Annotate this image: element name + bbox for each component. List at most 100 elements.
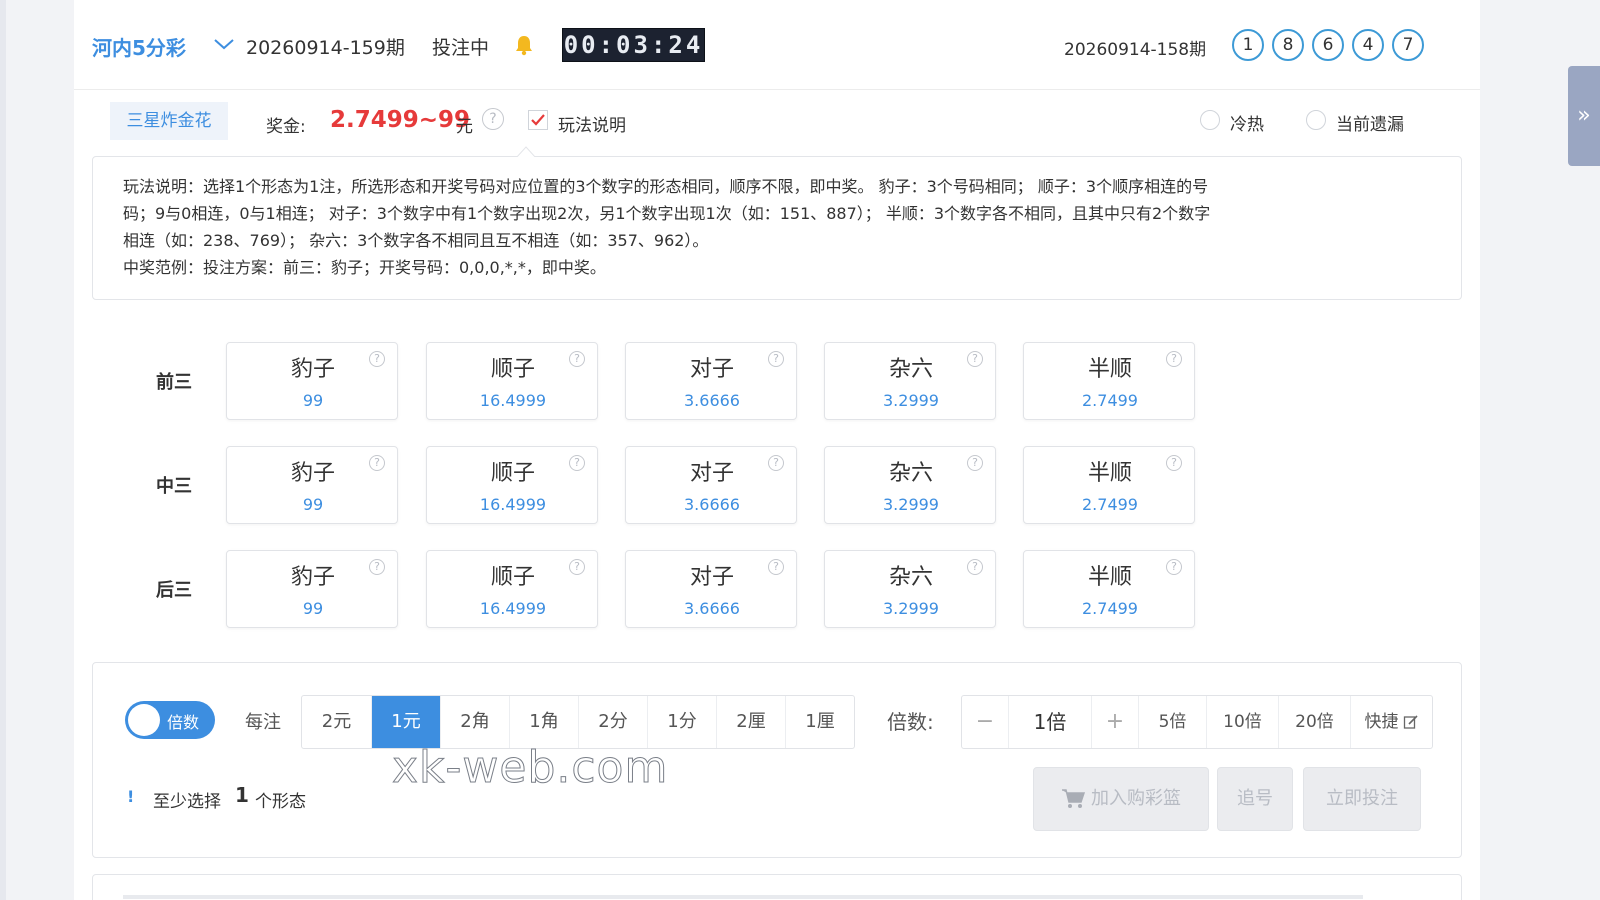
rules-checkbox-label[interactable]: 玩法说明 xyxy=(558,111,626,136)
header: 河内5分彩 20260914-159期 投注中 00:03:24 2026091… xyxy=(74,0,1480,90)
hot-cold-radio[interactable] xyxy=(1200,110,1220,130)
pattern-cell[interactable]: 对子 3.6666? xyxy=(625,550,797,628)
pattern-cell[interactable]: 顺子 16.4999? xyxy=(426,550,598,628)
lottery-name[interactable]: 河内5分彩 xyxy=(92,32,186,61)
multiplier-toggle[interactable]: 倍数 xyxy=(125,701,215,739)
add-to-cart-label: 加入购彩篮 xyxy=(1091,788,1181,809)
pattern-cell[interactable]: 半顺 2.7499? xyxy=(1023,342,1195,420)
row-label-middle-three: 中三 xyxy=(156,476,192,497)
unit-option[interactable]: 2角 xyxy=(440,696,509,748)
help-icon[interactable]: ? xyxy=(569,455,585,471)
help-icon[interactable]: ? xyxy=(369,455,385,471)
pattern-cell[interactable]: 半顺 2.7499? xyxy=(1023,446,1195,524)
info-icon: ! xyxy=(127,787,135,806)
warning-prefix: 至少选择 xyxy=(153,792,221,812)
fast-button[interactable]: 快捷 xyxy=(1350,696,1432,748)
help-icon[interactable]: ? xyxy=(1166,559,1182,575)
betting-status: 投注中 xyxy=(432,37,490,59)
pattern-cell[interactable]: 顺子 16.4999? xyxy=(426,342,598,420)
pattern-cell[interactable]: 杂六 3.2999? xyxy=(824,446,996,524)
pattern-cell[interactable]: 半顺 2.7499? xyxy=(1023,550,1195,628)
help-icon[interactable]: ? xyxy=(768,351,784,367)
pattern-odds: 99 xyxy=(302,391,324,410)
unit-option[interactable]: 1厘 xyxy=(785,696,854,748)
multiplier-input[interactable]: 1倍 xyxy=(1008,696,1092,748)
help-icon[interactable]: ? xyxy=(569,559,585,575)
draw-result-balls: 1 8 6 4 7 xyxy=(1232,29,1424,61)
add-to-cart-button[interactable]: 加入购彩篮 xyxy=(1033,767,1209,831)
help-icon[interactable]: ? xyxy=(369,559,385,575)
rules-checkbox[interactable] xyxy=(528,110,548,130)
missing-label[interactable]: 当前遗漏 xyxy=(1336,110,1404,135)
pattern-odds: 16.4999 xyxy=(479,495,547,514)
help-icon[interactable]: ? xyxy=(482,108,504,130)
pattern-cell[interactable]: 对子 3.6666? xyxy=(625,342,797,420)
unit-option[interactable]: 2厘 xyxy=(716,696,785,748)
warning-count: 1 xyxy=(235,783,249,807)
bet-now-button[interactable]: 立即投注 xyxy=(1303,767,1421,831)
help-icon[interactable]: ? xyxy=(569,351,585,367)
pattern-cell[interactable]: 豹子 99? xyxy=(226,446,398,524)
unit-option[interactable]: 2分 xyxy=(578,696,647,748)
help-icon[interactable]: ? xyxy=(967,559,983,575)
unit-selector: 2元 1元 2角 1角 2分 1分 2厘 1厘 xyxy=(301,695,855,749)
pattern-odds: 16.4999 xyxy=(479,599,547,618)
pattern-cell[interactable]: 对子 3.6666? xyxy=(625,446,797,524)
pattern-cell[interactable]: 豹子 99? xyxy=(226,342,398,420)
hot-cold-label[interactable]: 冷热 xyxy=(1230,110,1264,135)
bell-icon[interactable] xyxy=(514,34,534,56)
tab-three-star-golden-flower[interactable]: 三星炸金花 xyxy=(110,102,228,140)
bonus-unit: 元 xyxy=(456,117,473,137)
increase-button[interactable]: + xyxy=(1092,696,1138,748)
help-icon[interactable]: ? xyxy=(967,455,983,471)
unit-option-active[interactable]: 1元 xyxy=(371,696,440,748)
pattern-odds: 3.6666 xyxy=(684,391,740,410)
pattern-odds: 3.2999 xyxy=(883,599,939,618)
help-icon[interactable]: ? xyxy=(1166,455,1182,471)
fast-label: 快捷 xyxy=(1364,712,1399,732)
quick-multiplier-20[interactable]: 20倍 xyxy=(1278,696,1350,748)
bet-panel: 倍数 每注 2元 1元 2角 1角 2分 1分 2厘 1厘 倍数: − 1倍 +… xyxy=(92,662,1462,858)
quick-multiplier-10[interactable]: 10倍 xyxy=(1206,696,1278,748)
draw-ball: 1 xyxy=(1232,29,1264,61)
pattern-cell[interactable]: 杂六 3.2999? xyxy=(824,550,996,628)
pattern-cell[interactable]: 豹子 99? xyxy=(226,550,398,628)
chase-button[interactable]: 追号 xyxy=(1217,767,1293,831)
explanation-line: 相连（如：238、769）； 杂六：3个数字各不相同且互不相连（如：357、96… xyxy=(123,231,709,250)
explanation-line: 中奖范例：投注方案：前三：豹子；开奖号码：0,0,0,*,*，即中奖。 xyxy=(123,258,606,277)
pattern-odds: 99 xyxy=(302,495,324,514)
multiplier-label: 倍数: xyxy=(887,710,934,734)
decrease-button[interactable]: − xyxy=(962,696,1008,748)
bonus-value: 2.7499~99 xyxy=(330,107,471,133)
toggle-label: 倍数 xyxy=(167,713,200,732)
help-icon[interactable]: ? xyxy=(369,351,385,367)
pattern-odds: 16.4999 xyxy=(479,391,547,410)
pattern-cell[interactable]: 顺子 16.4999? xyxy=(426,446,598,524)
help-icon[interactable]: ? xyxy=(768,559,784,575)
help-icon[interactable]: ? xyxy=(1166,351,1182,367)
quick-multiplier-5[interactable]: 5倍 xyxy=(1138,696,1206,748)
main-panel: 河内5分彩 20260914-159期 投注中 00:03:24 2026091… xyxy=(74,0,1480,900)
current-period: 20260914-159期 xyxy=(246,37,405,59)
multiplier-stepper: − 1倍 + 5倍 10倍 20倍 快捷 xyxy=(961,695,1433,749)
unit-option[interactable]: 1分 xyxy=(647,696,716,748)
help-icon[interactable]: ? xyxy=(967,351,983,367)
draw-ball: 4 xyxy=(1352,29,1384,61)
check-icon xyxy=(531,114,545,126)
cart-icon xyxy=(1062,789,1085,808)
missing-radio[interactable] xyxy=(1306,110,1326,130)
pattern-odds: 3.6666 xyxy=(684,599,740,618)
pattern-odds: 2.7499 xyxy=(1082,391,1138,410)
pattern-odds: 2.7499 xyxy=(1082,495,1138,514)
help-icon[interactable]: ? xyxy=(768,455,784,471)
explanation-line: 码；9与0相连，0与1相连； 对子：3个数字中有1个数字出现2次，另1个数字出现… xyxy=(123,204,1211,223)
unit-option[interactable]: 1角 xyxy=(509,696,578,748)
chevron-down-icon[interactable] xyxy=(212,34,236,54)
pattern-odds: 3.2999 xyxy=(883,391,939,410)
collapse-side-tab[interactable]: » xyxy=(1568,66,1600,166)
play-bar: 三星炸金花 奖金: 2.7499~99 元 ? 玩法说明 冷热 当前遗漏 xyxy=(74,90,1480,152)
pattern-cell[interactable]: 杂六 3.2999? xyxy=(824,342,996,420)
row-label-back-three: 后三 xyxy=(156,580,192,601)
previous-period: 20260914-158期 xyxy=(1064,40,1207,60)
unit-option[interactable]: 2元 xyxy=(302,696,371,748)
